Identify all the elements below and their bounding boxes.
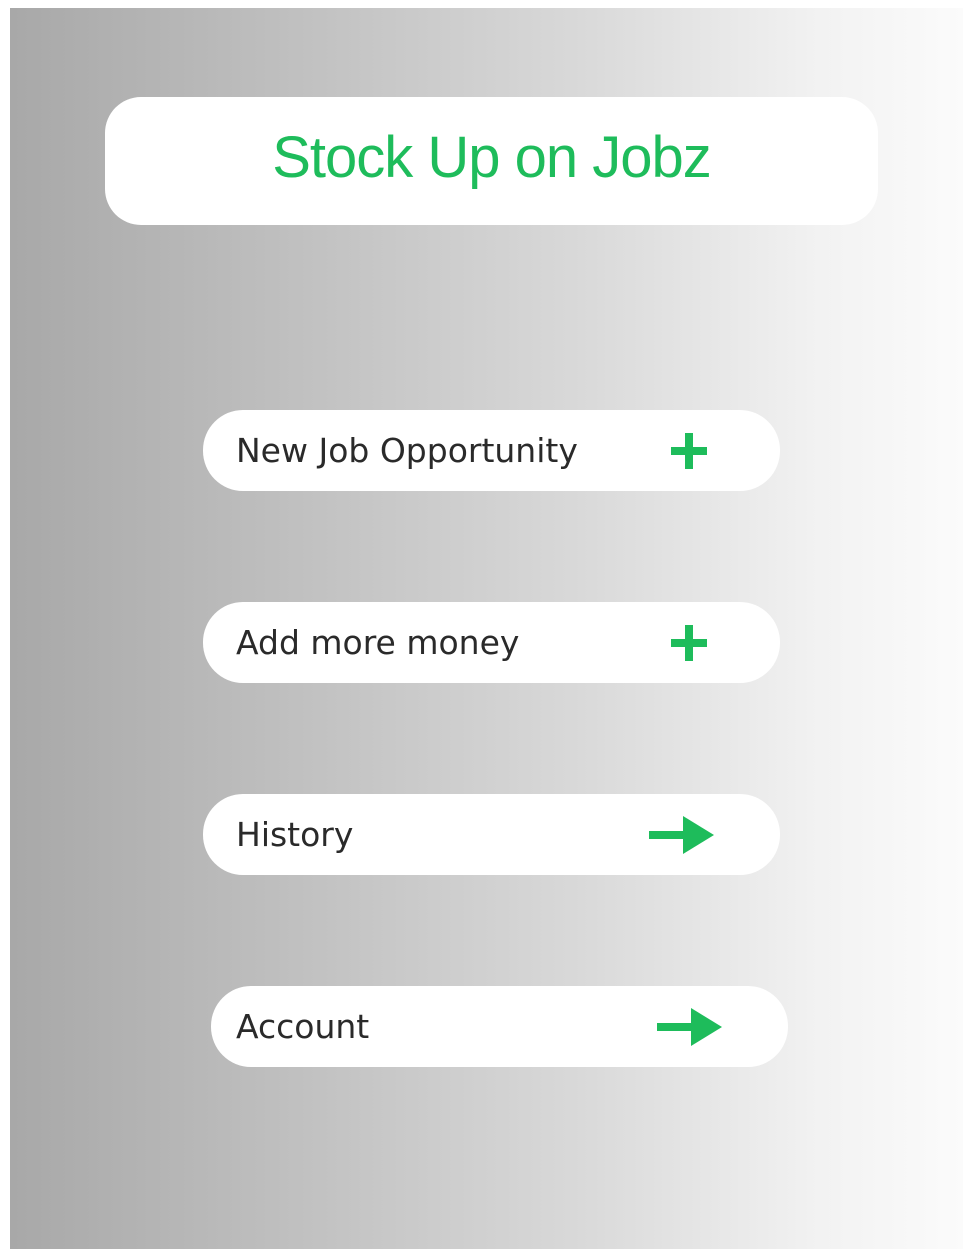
plus-icon bbox=[669, 602, 709, 683]
add-more-money-label: Add more money bbox=[236, 623, 520, 662]
history-label: History bbox=[236, 815, 354, 854]
arrow-right-icon bbox=[657, 986, 723, 1067]
new-job-opportunity-label: New Job Opportunity bbox=[236, 431, 578, 470]
app-screen: Stock Up on Jobz New Job Opportunity Add… bbox=[10, 8, 963, 1249]
history-button[interactable]: History bbox=[203, 794, 780, 875]
account-button[interactable]: Account bbox=[211, 986, 788, 1067]
new-job-opportunity-button[interactable]: New Job Opportunity bbox=[203, 410, 780, 491]
arrow-right-icon bbox=[649, 794, 715, 875]
plus-icon bbox=[669, 410, 709, 491]
account-label: Account bbox=[236, 1007, 370, 1046]
app-title: Stock Up on Jobz bbox=[272, 124, 712, 190]
title-banner: Stock Up on Jobz bbox=[105, 97, 878, 225]
add-more-money-button[interactable]: Add more money bbox=[203, 602, 780, 683]
